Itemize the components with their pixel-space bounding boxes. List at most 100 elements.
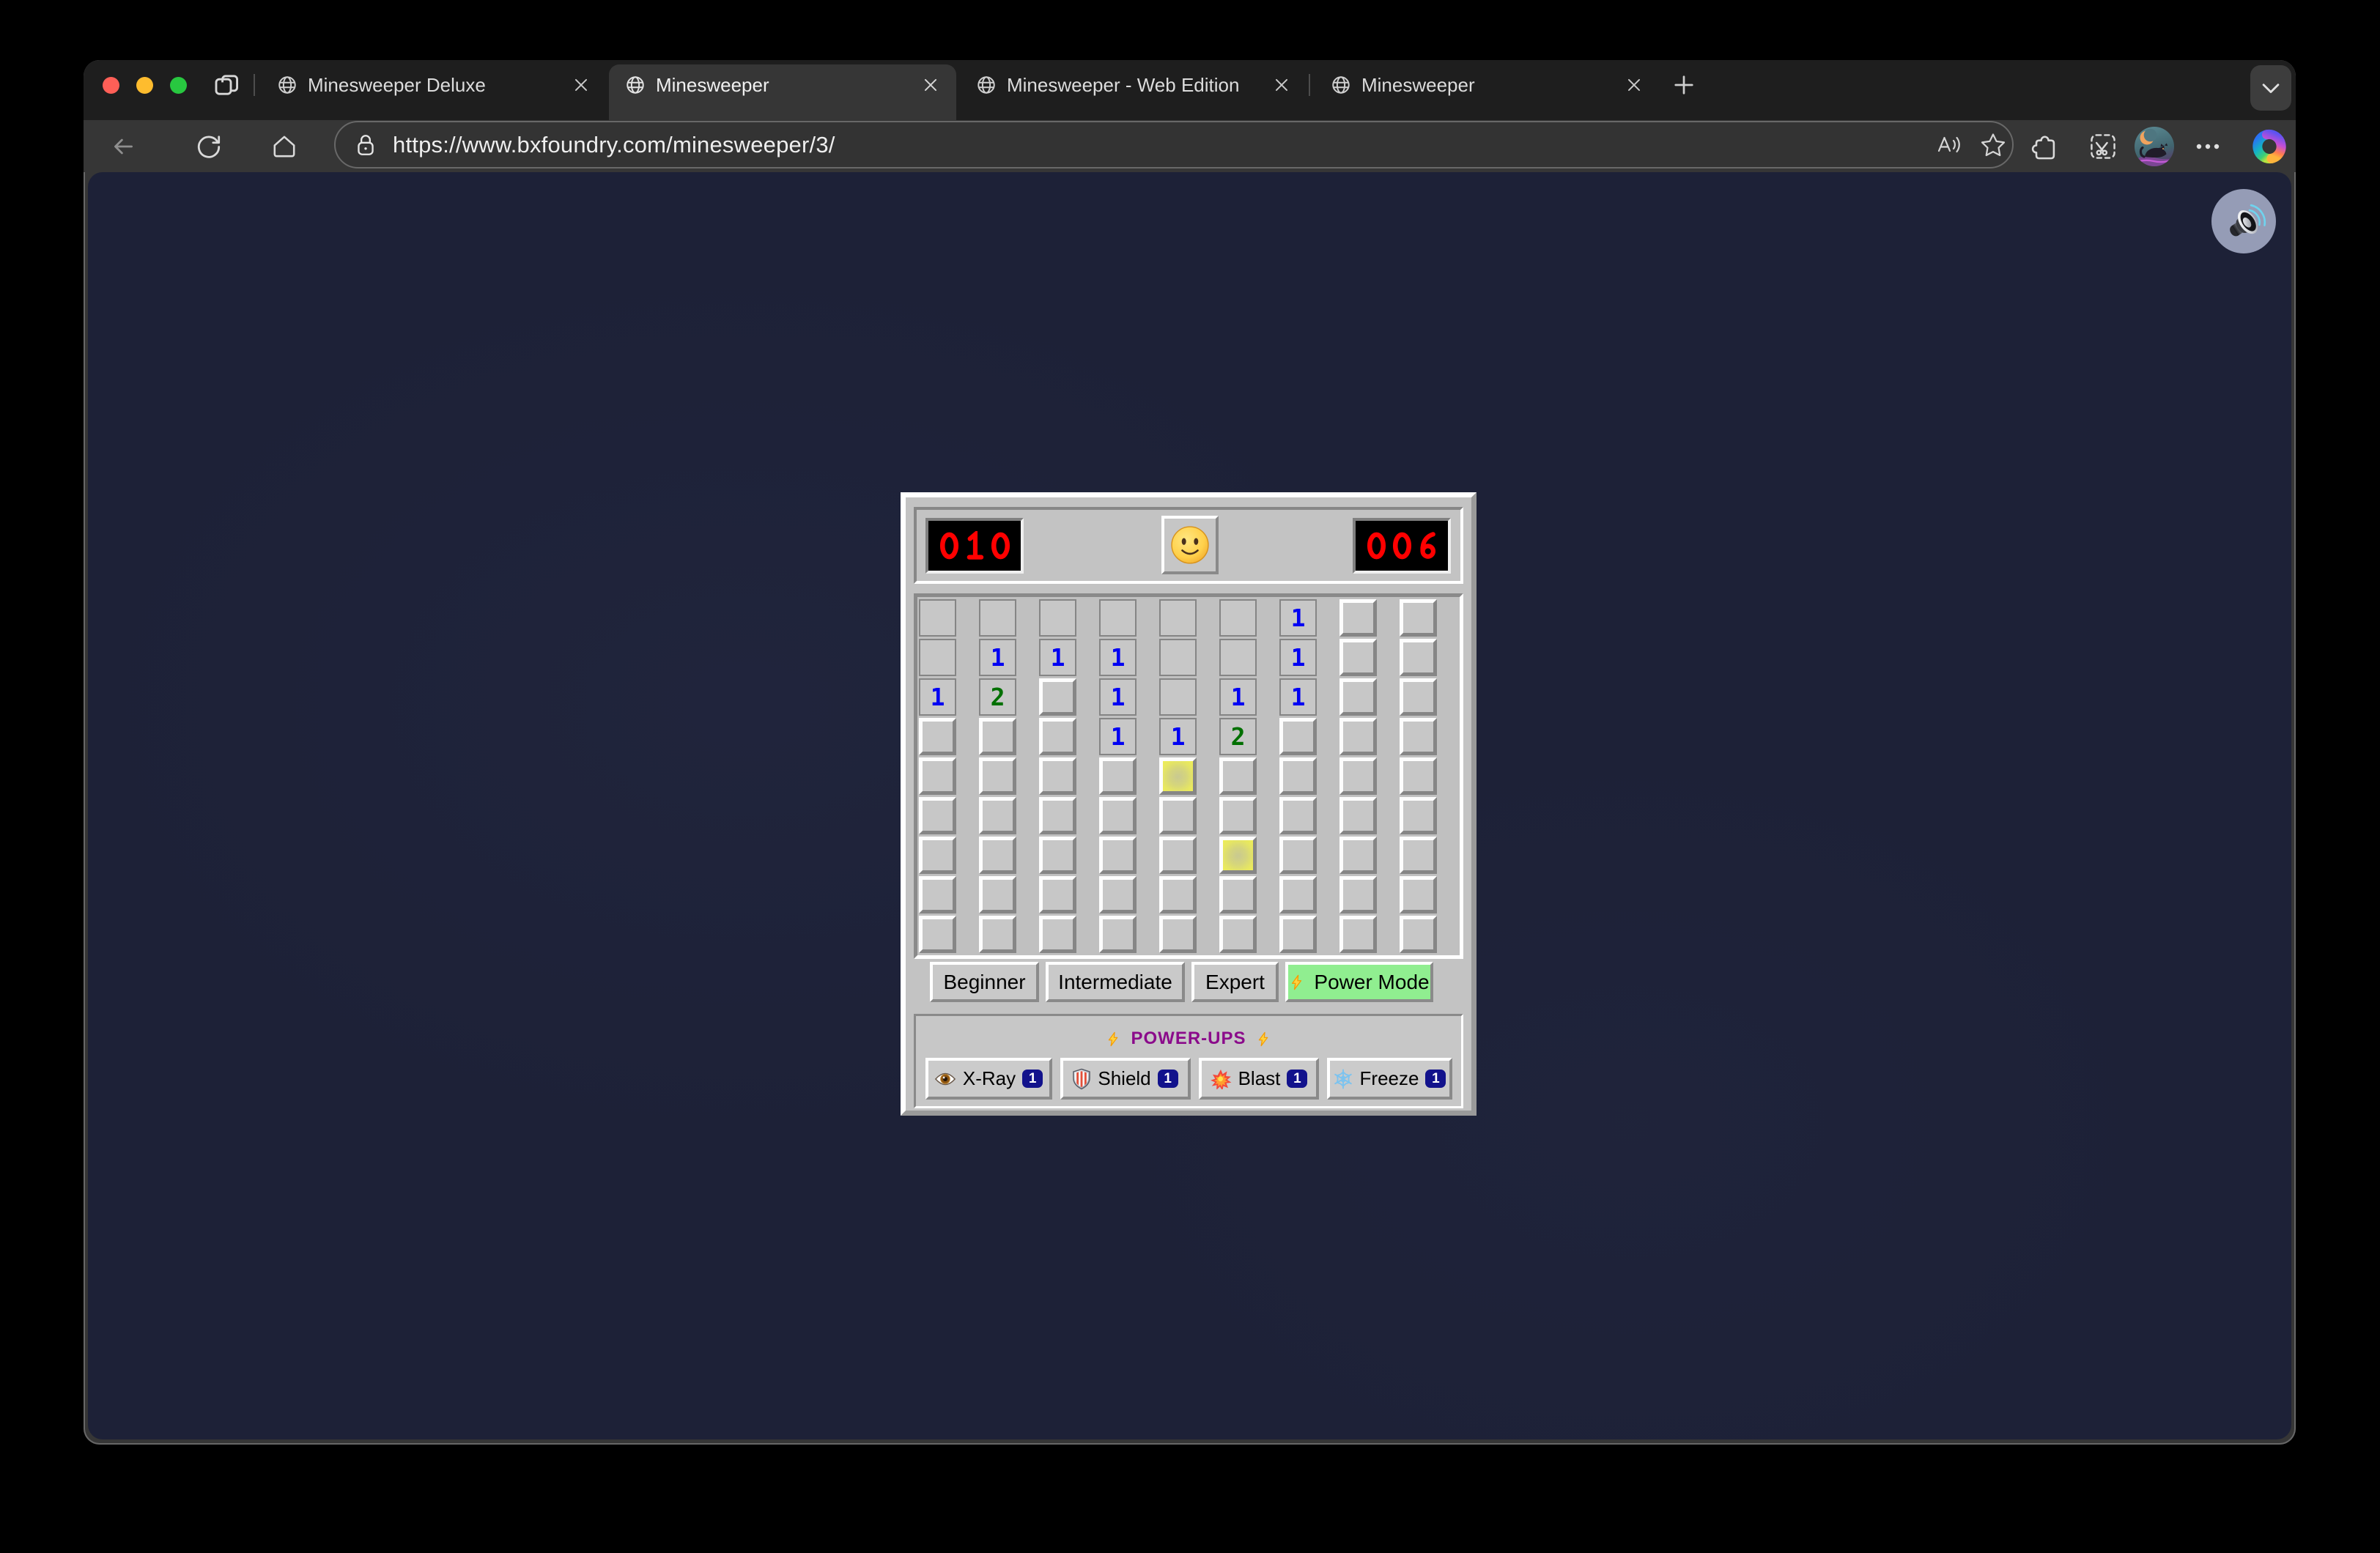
zoom-window-button[interactable] <box>170 77 187 94</box>
board-cell-r2-c6[interactable] <box>1219 639 1257 676</box>
board-cell-r1-c7[interactable]: 1 <box>1279 599 1317 637</box>
board-cell-r2-c7[interactable]: 1 <box>1279 639 1317 676</box>
read-aloud-icon[interactable] <box>1933 130 1964 160</box>
board-cell-r8-c5[interactable] <box>1159 876 1197 913</box>
address-bar[interactable]: https://www.bxfoundry.com/minesweeper/3/ <box>334 121 2014 168</box>
board-cell-r8-c4[interactable] <box>1099 876 1137 913</box>
web-capture-button[interactable] <box>2084 120 2122 172</box>
board-cell-r1-c8[interactable] <box>1339 599 1377 637</box>
board-cell-r5-c9[interactable] <box>1400 757 1437 795</box>
board-cell-r1-c3[interactable] <box>1039 599 1076 637</box>
board-cell-r4-c5[interactable]: 1 <box>1159 718 1197 755</box>
board-cell-r8-c8[interactable] <box>1339 876 1377 913</box>
board-cell-r3-c7[interactable]: 1 <box>1279 678 1317 716</box>
board-cell-r4-c4[interactable]: 1 <box>1099 718 1137 755</box>
close-tab-icon[interactable] <box>1625 75 1644 94</box>
board-cell-r7-c4[interactable] <box>1099 837 1137 874</box>
board-cell-r4-c6[interactable]: 2 <box>1219 718 1257 755</box>
board-cell-r8-c7[interactable] <box>1279 876 1317 913</box>
favorites-star-icon[interactable] <box>1978 130 2008 160</box>
tab-minesweeper-deluxe[interactable]: Minesweeper Deluxe <box>264 60 605 120</box>
close-tab-icon[interactable] <box>921 75 940 94</box>
board-cell-r6-c5[interactable] <box>1159 797 1197 834</box>
board-cell-r2-c8[interactable] <box>1339 639 1377 676</box>
board-cell-r6-c1[interactable] <box>919 797 956 834</box>
tab-minesweeper-active[interactable]: Minesweeper <box>609 64 956 120</box>
board-cell-r1-c5[interactable] <box>1159 599 1197 637</box>
board-cell-r9-c6[interactable] <box>1219 916 1257 953</box>
beginner-button[interactable]: Beginner <box>930 962 1039 1002</box>
board-cell-r3-c5[interactable] <box>1159 678 1197 716</box>
board-cell-r8-c6[interactable] <box>1219 876 1257 913</box>
close-tab-icon[interactable] <box>572 75 591 94</box>
intermediate-button[interactable]: Intermediate <box>1046 962 1185 1002</box>
power-mode-button[interactable]: Power Mode <box>1285 962 1433 1002</box>
board-cell-r5-c4[interactable] <box>1099 757 1137 795</box>
tab-stack-icon[interactable] <box>212 70 242 100</box>
close-window-button[interactable] <box>103 77 119 94</box>
board-cell-r8-c1[interactable] <box>919 876 956 913</box>
board-cell-r2-c3[interactable]: 1 <box>1039 639 1076 676</box>
board-cell-r7-c1[interactable] <box>919 837 956 874</box>
tab-minesweeper-web-edition[interactable]: Minesweeper - Web Edition <box>960 60 1306 120</box>
shield-powerup-button[interactable]: Shield 1 <box>1060 1058 1191 1100</box>
board-cell-r9-c2[interactable] <box>979 916 1016 953</box>
board-cell-r4-c8[interactable] <box>1339 718 1377 755</box>
board-cell-r9-c9[interactable] <box>1400 916 1437 953</box>
reload-button[interactable] <box>190 120 228 172</box>
blast-powerup-button[interactable]: Blast 1 <box>1199 1058 1319 1100</box>
board-cell-r7-c7[interactable] <box>1279 837 1317 874</box>
board-cell-r6-c4[interactable] <box>1099 797 1137 834</box>
board-cell-r9-c7[interactable] <box>1279 916 1317 953</box>
board-cell-r2-c5[interactable] <box>1159 639 1197 676</box>
board-cell-r6-c6[interactable] <box>1219 797 1257 834</box>
board-cell-r5-c3[interactable] <box>1039 757 1076 795</box>
board-cell-r2-c2[interactable]: 1 <box>979 639 1016 676</box>
expert-button[interactable]: Expert <box>1191 962 1279 1002</box>
board-cell-r6-c7[interactable] <box>1279 797 1317 834</box>
freeze-powerup-button[interactable]: Freeze 1 <box>1327 1058 1452 1100</box>
board-cell-r5-c2[interactable] <box>979 757 1016 795</box>
smiley-reset-button[interactable] <box>1161 516 1219 574</box>
close-tab-icon[interactable] <box>1272 75 1291 94</box>
copilot-button[interactable] <box>2249 120 2290 172</box>
board-cell-r4-c3[interactable] <box>1039 718 1076 755</box>
board-cell-r5-c8[interactable] <box>1339 757 1377 795</box>
tab-minesweeper-2[interactable]: Minesweeper <box>1313 60 1660 120</box>
board-cell-r1-c4[interactable] <box>1099 599 1137 637</box>
board-cell-r2-c1[interactable] <box>919 639 956 676</box>
board-cell-r7-c9[interactable] <box>1400 837 1437 874</box>
tab-actions-chevron-button[interactable] <box>2250 65 2291 111</box>
board-cell-r4-c9[interactable] <box>1400 718 1437 755</box>
new-tab-button[interactable] <box>1671 72 1697 98</box>
board-cell-r7-c8[interactable] <box>1339 837 1377 874</box>
board-cell-r5-c6[interactable] <box>1219 757 1257 795</box>
board-cell-r3-c4[interactable]: 1 <box>1099 678 1137 716</box>
board-cell-r3-c9[interactable] <box>1400 678 1437 716</box>
xray-powerup-button[interactable]: X-Ray 1 <box>925 1058 1052 1100</box>
board-cell-r1-c6[interactable] <box>1219 599 1257 637</box>
board-cell-r9-c8[interactable] <box>1339 916 1377 953</box>
settings-more-button[interactable] <box>2189 120 2227 172</box>
back-button[interactable] <box>104 120 142 172</box>
board-cell-r8-c2[interactable] <box>979 876 1016 913</box>
board-cell-r7-c3[interactable] <box>1039 837 1076 874</box>
board-cell-r3-c8[interactable] <box>1339 678 1377 716</box>
board-cell-r3-c1[interactable]: 1 <box>919 678 956 716</box>
minimize-window-button[interactable] <box>136 77 153 94</box>
extensions-button[interactable] <box>2025 120 2063 172</box>
profile-avatar[interactable] <box>2134 120 2175 172</box>
board-cell-r1-c2[interactable] <box>979 599 1016 637</box>
board-cell-r2-c9[interactable] <box>1400 639 1437 676</box>
board-cell-r7-c5[interactable] <box>1159 837 1197 874</box>
board-cell-r6-c9[interactable] <box>1400 797 1437 834</box>
board-cell-r6-c8[interactable] <box>1339 797 1377 834</box>
sound-toggle-button[interactable] <box>2211 189 2276 253</box>
board-cell-r4-c1[interactable] <box>919 718 956 755</box>
board-cell-r2-c4[interactable]: 1 <box>1099 639 1137 676</box>
board-cell-r3-c3[interactable] <box>1039 678 1076 716</box>
home-button[interactable] <box>265 120 303 172</box>
board-cell-r4-c7[interactable] <box>1279 718 1317 755</box>
board-cell-r8-c3[interactable] <box>1039 876 1076 913</box>
board-cell-r7-c6[interactable] <box>1219 837 1257 874</box>
